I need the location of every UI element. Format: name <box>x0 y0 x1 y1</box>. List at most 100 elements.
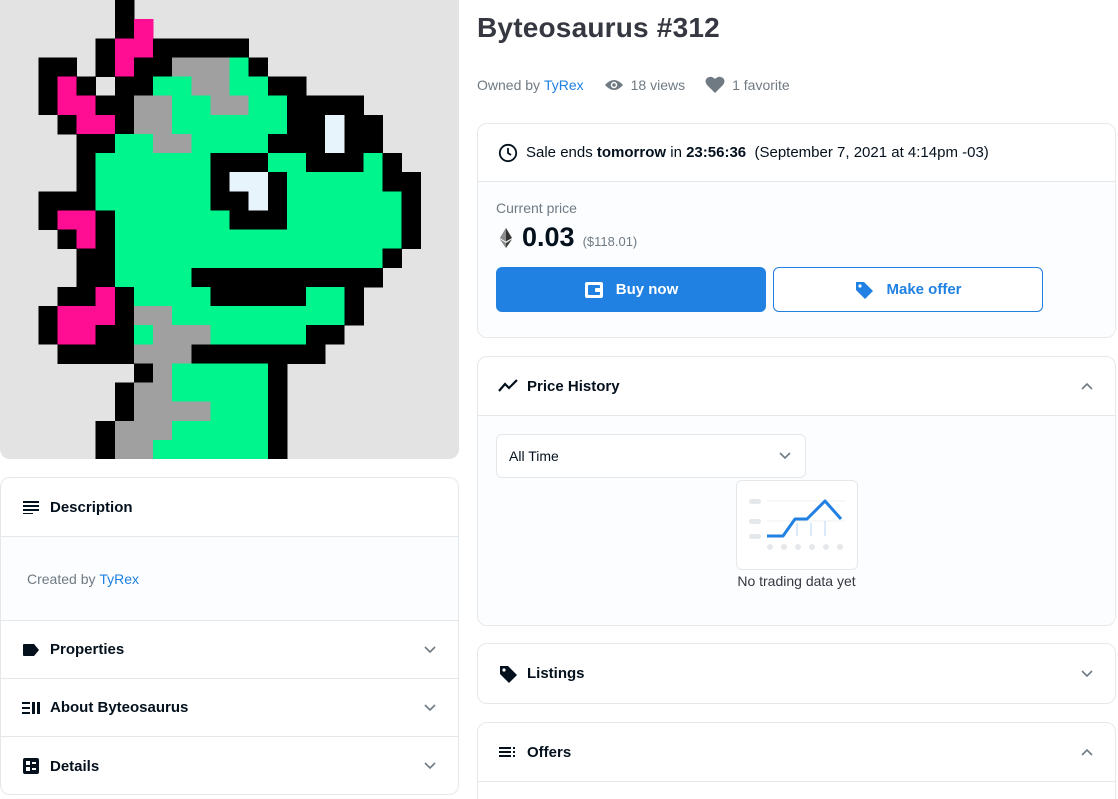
pixel <box>95 210 116 230</box>
pixel <box>114 325 135 345</box>
owner-link[interactable]: TyRex <box>544 77 584 93</box>
pixel <box>191 439 211 459</box>
pixel <box>229 420 250 441</box>
price-history-header[interactable]: Price History <box>478 357 1115 416</box>
pixel <box>248 420 269 441</box>
pixel <box>153 325 173 345</box>
pixel <box>172 325 192 345</box>
pixel <box>191 153 211 173</box>
pixel <box>286 191 307 211</box>
listings-title: Listings <box>527 665 585 682</box>
make-offer-button[interactable]: Make offer <box>773 267 1043 312</box>
pixel <box>114 0 135 20</box>
description-body: Created by TyRex <box>1 537 458 621</box>
pixel <box>210 57 230 77</box>
pixel <box>133 153 154 173</box>
chevron-down-icon <box>1079 666 1095 682</box>
pixel <box>286 95 307 116</box>
pixel <box>172 267 192 288</box>
pixel <box>382 248 403 269</box>
description-header[interactable]: Description <box>1 478 458 537</box>
buy-now-button[interactable]: Buy now <box>496 267 766 312</box>
eye-icon <box>604 78 624 92</box>
pixel <box>306 229 326 250</box>
time-range-select[interactable]: All Time <box>496 434 806 478</box>
pixel <box>153 210 173 230</box>
pixel <box>344 133 364 154</box>
pixel <box>248 191 269 211</box>
pixel <box>248 267 269 288</box>
pixel <box>382 172 403 192</box>
pixel <box>325 210 345 230</box>
pixel <box>267 401 288 422</box>
details-section[interactable]: Details <box>1 737 458 794</box>
pixel <box>38 210 58 230</box>
about-section[interactable]: About Byteosaurus <box>1 679 458 737</box>
pixel <box>306 210 326 230</box>
pixel <box>76 267 97 288</box>
pixel <box>172 133 192 154</box>
pixel <box>133 19 154 39</box>
pixel <box>172 363 192 383</box>
pixel <box>133 363 154 383</box>
properties-section[interactable]: Properties <box>1 621 458 679</box>
pixel <box>210 191 230 211</box>
pixel <box>57 306 77 326</box>
pixel <box>286 210 307 230</box>
pixel <box>76 306 97 326</box>
pixel <box>248 172 269 192</box>
tag-icon <box>854 280 874 300</box>
pixel <box>95 191 116 211</box>
offers-header[interactable]: Offers <box>478 723 1115 782</box>
listings-header[interactable]: Listings <box>478 644 1115 703</box>
pixel <box>153 286 173 307</box>
pixel <box>248 363 269 383</box>
chevron-down-icon <box>422 642 438 658</box>
pixel <box>172 248 192 269</box>
pixel <box>210 286 230 307</box>
pixel <box>248 133 269 154</box>
pixel <box>344 191 364 211</box>
pixel <box>210 229 230 250</box>
pixel <box>172 382 192 403</box>
pixel <box>286 153 307 173</box>
pixel <box>133 133 154 154</box>
price-usd: ($118.01) <box>582 234 638 249</box>
creator-link[interactable]: TyRex <box>99 571 139 587</box>
pixel <box>306 172 326 192</box>
pixel <box>57 286 77 307</box>
pixel <box>325 286 345 307</box>
pixel <box>344 286 364 307</box>
nft-image[interactable] <box>0 0 459 459</box>
pixel <box>210 344 230 364</box>
pixel <box>210 363 230 383</box>
pixel <box>38 325 58 345</box>
pixel <box>153 401 173 422</box>
pixel <box>267 248 288 269</box>
owned-by-label: Owned by <box>477 77 541 93</box>
pixel <box>325 248 345 269</box>
pixel <box>267 153 288 173</box>
pixel <box>153 133 173 154</box>
pixel <box>248 248 269 269</box>
pixel <box>114 19 135 39</box>
pixel <box>210 420 230 441</box>
pixel <box>172 286 192 307</box>
pixel <box>76 210 97 230</box>
pixel <box>172 210 192 230</box>
pixel <box>114 57 135 77</box>
pixel <box>248 439 269 459</box>
favorites-count[interactable]: 1 favorite <box>705 76 790 94</box>
pixel <box>363 114 383 135</box>
pixel <box>191 229 211 250</box>
pixel <box>133 420 154 441</box>
pixel <box>172 439 192 459</box>
details-title: Details <box>50 757 100 775</box>
pixel <box>248 382 269 403</box>
pixel <box>382 191 403 211</box>
pixel <box>153 363 173 383</box>
pixel <box>95 133 116 154</box>
pixel <box>286 76 307 97</box>
pixel <box>95 439 116 459</box>
pixel <box>153 38 173 58</box>
